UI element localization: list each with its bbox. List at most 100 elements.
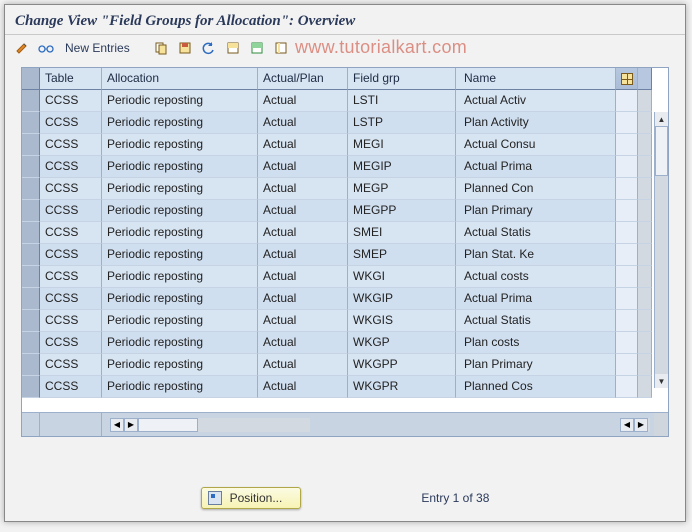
- scroll-thumb[interactable]: [655, 126, 668, 176]
- cell-allocation[interactable]: Periodic reposting: [102, 310, 258, 332]
- cell-table[interactable]: CCSS: [40, 266, 102, 288]
- cell-allocation[interactable]: Periodic reposting: [102, 332, 258, 354]
- cell-name[interactable]: Planned Con: [456, 178, 616, 200]
- glasses-icon[interactable]: [37, 39, 55, 57]
- cell-name[interactable]: Actual Consu: [456, 134, 616, 156]
- col-field-grp[interactable]: Field grp: [348, 68, 456, 90]
- cell-table[interactable]: CCSS: [40, 112, 102, 134]
- cell-field-grp[interactable]: SMEI: [348, 222, 456, 244]
- cell-table[interactable]: CCSS: [40, 90, 102, 112]
- cell-field-grp[interactable]: WKGIP: [348, 288, 456, 310]
- row-selector[interactable]: [22, 266, 40, 288]
- scroll-down-icon[interactable]: ▼: [655, 374, 668, 388]
- col-name[interactable]: Name: [456, 68, 616, 90]
- cell-allocation[interactable]: Periodic reposting: [102, 222, 258, 244]
- row-selector[interactable]: [22, 288, 40, 310]
- cell-name[interactable]: Actual Statis: [456, 222, 616, 244]
- cell-table[interactable]: CCSS: [40, 354, 102, 376]
- table-row[interactable]: CCSSPeriodic repostingActualWKGISActual …: [22, 310, 668, 332]
- col-table[interactable]: Table: [40, 68, 102, 90]
- cell-allocation[interactable]: Periodic reposting: [102, 134, 258, 156]
- copy-icon[interactable]: [152, 39, 170, 57]
- cell-allocation[interactable]: Periodic reposting: [102, 376, 258, 398]
- cell-allocation[interactable]: Periodic reposting: [102, 178, 258, 200]
- cell-allocation[interactable]: Periodic reposting: [102, 244, 258, 266]
- cell-actual-plan[interactable]: Actual: [258, 156, 348, 178]
- cell-name[interactable]: Actual Prima: [456, 156, 616, 178]
- cell-field-grp[interactable]: WKGIS: [348, 310, 456, 332]
- cell-field-grp[interactable]: LSTP: [348, 112, 456, 134]
- h-scroll-right-back-icon[interactable]: ◀: [620, 418, 634, 432]
- table-row[interactable]: CCSSPeriodic repostingActualWKGPPlan cos…: [22, 332, 668, 354]
- deselect-all-icon[interactable]: [272, 39, 290, 57]
- cell-allocation[interactable]: Periodic reposting: [102, 354, 258, 376]
- cell-actual-plan[interactable]: Actual: [258, 222, 348, 244]
- save-icon[interactable]: [176, 39, 194, 57]
- cell-table[interactable]: CCSS: [40, 222, 102, 244]
- cell-name[interactable]: Actual costs: [456, 266, 616, 288]
- cell-table[interactable]: CCSS: [40, 134, 102, 156]
- cell-actual-plan[interactable]: Actual: [258, 134, 348, 156]
- cell-actual-plan[interactable]: Actual: [258, 90, 348, 112]
- cell-table[interactable]: CCSS: [40, 310, 102, 332]
- cell-table[interactable]: CCSS: [40, 178, 102, 200]
- row-selector[interactable]: [22, 90, 40, 112]
- table-row[interactable]: CCSSPeriodic repostingActualWKGPRPlanned…: [22, 376, 668, 398]
- cell-field-grp[interactable]: WKGI: [348, 266, 456, 288]
- cell-field-grp[interactable]: SMEP: [348, 244, 456, 266]
- cell-actual-plan[interactable]: Actual: [258, 200, 348, 222]
- cell-table[interactable]: CCSS: [40, 288, 102, 310]
- cell-actual-plan[interactable]: Actual: [258, 354, 348, 376]
- table-row[interactable]: CCSSPeriodic repostingActualWKGPPPlan Pr…: [22, 354, 668, 376]
- table-row[interactable]: CCSSPeriodic repostingActualMEGIActual C…: [22, 134, 668, 156]
- row-selector[interactable]: [22, 310, 40, 332]
- row-selector[interactable]: [22, 244, 40, 266]
- cell-field-grp[interactable]: MEGI: [348, 134, 456, 156]
- h-scroll-left-back-icon[interactable]: ◀: [110, 418, 124, 432]
- cell-table[interactable]: CCSS: [40, 376, 102, 398]
- cell-actual-plan[interactable]: Actual: [258, 332, 348, 354]
- table-row[interactable]: CCSSPeriodic repostingActualLSTPPlan Act…: [22, 112, 668, 134]
- table-row[interactable]: CCSSPeriodic repostingActualLSTIActual A…: [22, 90, 668, 112]
- table-row[interactable]: CCSSPeriodic repostingActualWKGIPActual …: [22, 288, 668, 310]
- cell-name[interactable]: Plan costs: [456, 332, 616, 354]
- cell-name[interactable]: Plan Primary: [456, 354, 616, 376]
- cell-allocation[interactable]: Periodic reposting: [102, 156, 258, 178]
- undo-icon[interactable]: [200, 39, 218, 57]
- cell-allocation[interactable]: Periodic reposting: [102, 288, 258, 310]
- new-entries-button[interactable]: New Entries: [61, 41, 134, 55]
- h-scroll-right-fwd-icon[interactable]: ▶: [634, 418, 648, 432]
- h-scroll-left-fwd-icon[interactable]: ▶: [124, 418, 138, 432]
- row-selector[interactable]: [22, 134, 40, 156]
- vertical-scrollbar[interactable]: ▲ ▼: [654, 112, 668, 388]
- row-selector[interactable]: [22, 112, 40, 134]
- cell-field-grp[interactable]: WKGPR: [348, 376, 456, 398]
- cell-field-grp[interactable]: LSTI: [348, 90, 456, 112]
- cell-table[interactable]: CCSS: [40, 244, 102, 266]
- row-selector[interactable]: [22, 354, 40, 376]
- table-row[interactable]: CCSSPeriodic repostingActualMEGPPPlan Pr…: [22, 200, 668, 222]
- cell-actual-plan[interactable]: Actual: [258, 244, 348, 266]
- cell-table[interactable]: CCSS: [40, 332, 102, 354]
- scroll-up-icon[interactable]: ▲: [655, 112, 668, 126]
- cell-table[interactable]: CCSS: [40, 156, 102, 178]
- cell-actual-plan[interactable]: Actual: [258, 266, 348, 288]
- table-row[interactable]: CCSSPeriodic repostingActualSMEPPlan Sta…: [22, 244, 668, 266]
- table-row[interactable]: CCSSPeriodic repostingActualMEGIPActual …: [22, 156, 668, 178]
- position-button[interactable]: Position...: [201, 487, 302, 509]
- cell-allocation[interactable]: Periodic reposting: [102, 90, 258, 112]
- row-selector[interactable]: [22, 178, 40, 200]
- h-scroll-right[interactable]: ◀ ▶: [620, 418, 650, 432]
- row-selector[interactable]: [22, 376, 40, 398]
- cell-name[interactable]: Planned Cos: [456, 376, 616, 398]
- cell-table[interactable]: CCSS: [40, 200, 102, 222]
- cell-actual-plan[interactable]: Actual: [258, 178, 348, 200]
- table-row[interactable]: CCSSPeriodic repostingActualSMEIActual S…: [22, 222, 668, 244]
- cell-allocation[interactable]: Periodic reposting: [102, 112, 258, 134]
- row-selector[interactable]: [22, 200, 40, 222]
- cell-actual-plan[interactable]: Actual: [258, 376, 348, 398]
- toggle-change-icon[interactable]: [13, 39, 31, 57]
- configure-columns-icon[interactable]: [616, 68, 638, 90]
- select-all-header[interactable]: [22, 68, 40, 90]
- cell-actual-plan[interactable]: Actual: [258, 112, 348, 134]
